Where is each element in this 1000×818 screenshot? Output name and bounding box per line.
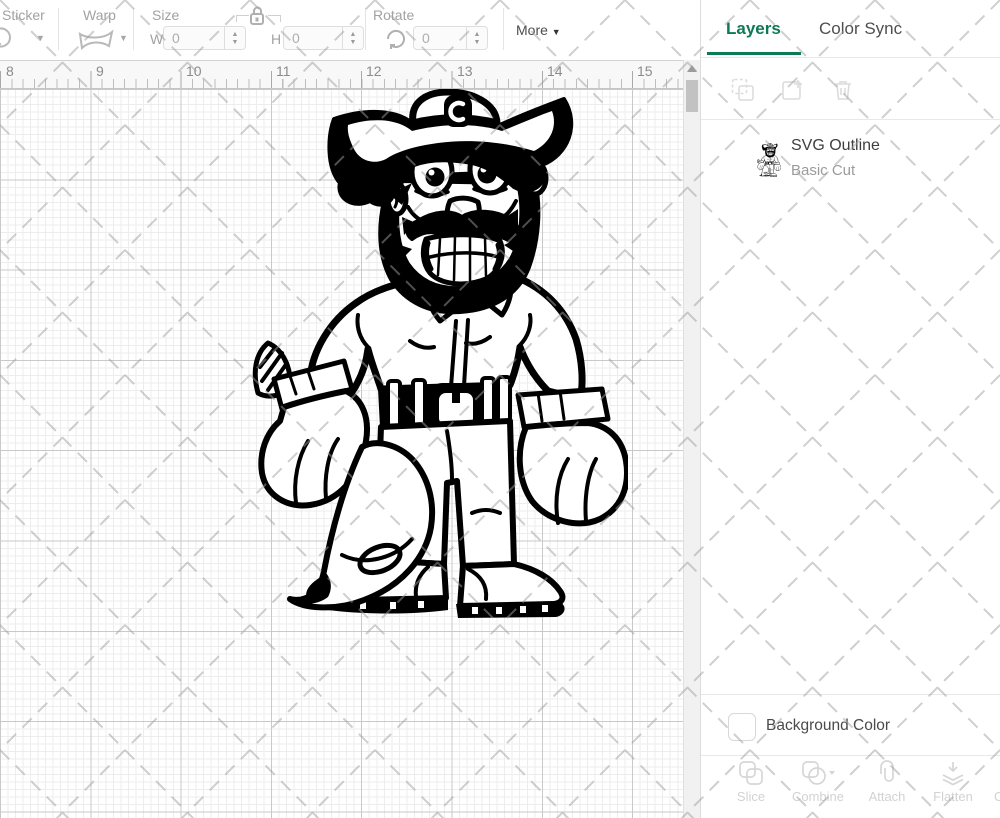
panel-divider [701,755,1000,756]
panel-divider [701,119,1000,120]
slice-icon [739,761,763,785]
canvas-vertical-scrollbar[interactable] [683,60,700,818]
attach-label: Attach [868,789,906,804]
mascot-artwork[interactable] [250,89,628,622]
flatten-label: Flatten [933,789,973,804]
sticker-dropdown-caret[interactable]: ▼ [36,34,45,43]
more-menu-button[interactable]: More ▼ [516,22,561,38]
add-layer-icon[interactable] [781,78,805,102]
slice-button[interactable]: Slice [723,760,779,804]
ruler-number: 11 [276,63,291,79]
toolbar-divider [58,8,59,50]
ruler-number: 15 [637,63,653,79]
scroll-up-arrow-icon[interactable] [687,65,697,72]
flatten-icon [942,762,964,786]
toolbar-divider [365,8,366,50]
toolbar-divider [503,8,504,50]
ruler-number: 13 [457,63,473,79]
panel-divider [701,694,1000,695]
lock-aspect-icon[interactable] [248,5,266,27]
more-label: More [516,22,548,38]
warp-label: Warp [83,7,116,23]
sticker-label: Sticker [2,7,45,23]
attach-icon [880,760,894,782]
ruler-number: 9 [96,63,104,79]
ruler-number: 8 [6,63,14,79]
tab-color-sync[interactable]: Color Sync [819,19,902,39]
width-label: W [150,31,164,47]
height-input[interactable] [283,26,343,50]
lock-connector-right [268,15,281,22]
layer-thumbnail [757,141,781,179]
attach-button[interactable]: Attach [859,760,915,804]
slice-label: Slice [736,789,766,804]
rotate-icon[interactable] [385,28,407,50]
width-input[interactable] [163,26,225,50]
design-canvas[interactable] [0,89,683,818]
height-label: H [271,31,282,47]
scrollbar-thumb[interactable] [686,80,698,112]
toolbar-divider [133,8,134,50]
horizontal-ruler: 8 9 10 11 12 13 14 15 [0,60,683,89]
delete-layer-icon[interactable] [831,78,855,102]
combine-label: Combine [791,789,845,804]
width-stepper[interactable]: ▲ ▼ [225,26,246,50]
rotate-stepper[interactable]: ▲ ▼ [467,26,488,50]
combine-icon [802,761,835,785]
height-stepper[interactable]: ▲ ▼ [343,26,364,50]
layers-panel: Layers Color Sync SVG Outline Basic Cut … [700,0,1000,818]
panel-header-divider [701,57,1000,58]
warp-dropdown-caret[interactable]: ▼ [119,34,128,43]
more-caret-icon: ▼ [551,27,561,37]
active-tab-underline [707,52,801,55]
layer-row[interactable]: SVG Outline Basic Cut [701,130,1000,192]
clipped-action-button[interactable]: C [989,760,1000,804]
flatten-button[interactable]: Flatten [925,760,981,804]
sticker-icon[interactable] [0,27,18,49]
rotate-input[interactable] [413,26,467,50]
layer-operation: Basic Cut [791,162,856,179]
rotate-label: Rotate [373,7,415,23]
ruler-number: 12 [366,63,382,79]
background-color-label: Background Color [766,717,891,734]
background-color-swatch[interactable] [728,713,756,741]
app-window: { "toolbar": { "sticker_label": "Sticker… [0,0,1000,818]
layer-name: SVG Outline [791,137,880,154]
ruler-number: 14 [547,63,563,79]
clipped-action-label: C [994,789,1000,804]
warp-icon[interactable] [78,30,114,50]
size-label: Size [152,7,180,23]
select-all-icon[interactable] [731,78,755,102]
combine-button[interactable]: Combine [790,760,846,804]
top-toolbar: Sticker ▼ Warp ▼ Size W ▲▼ H ▲▼ Rotate ▲… [0,0,700,60]
ruler-number: 10 [186,63,202,79]
tab-layers[interactable]: Layers [726,19,781,39]
